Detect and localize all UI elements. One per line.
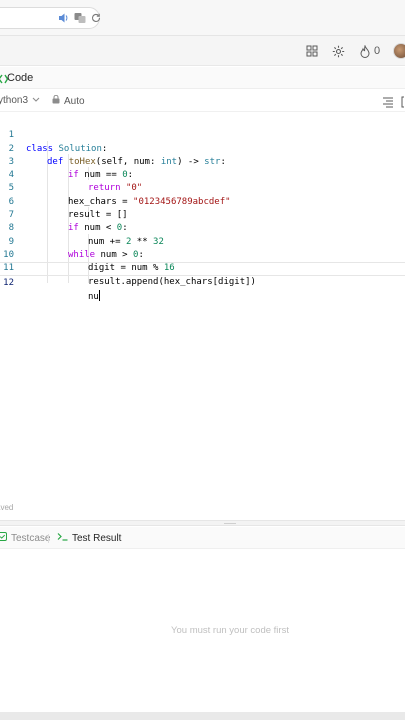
browser-toolbar [0,0,405,36]
language-label: ython3 [0,95,29,106]
format-icon[interactable] [382,95,394,108]
lock-icon [52,94,60,108]
code-line-current: 12 nu [0,262,405,302]
code-panel-tab[interactable]: Code [0,67,405,89]
language-select[interactable]: ython3 [0,95,40,107]
translate-icon[interactable] [74,12,86,24]
avatar[interactable] [393,43,405,59]
code-line: 3 if num == 0: [0,143,405,180]
streak-icon[interactable] [358,44,372,58]
tab-test-result-label: Test Result [72,532,122,544]
save-status: aved [0,503,14,512]
checkbox-icon [0,532,7,545]
chevron-down-icon [32,95,40,107]
bottom-edge [0,712,405,720]
panel-resize-handle[interactable] [0,520,405,526]
reload-icon[interactable] [90,12,102,24]
text-cursor [98,289,100,301]
tab-test-result[interactable]: Test Result [57,532,121,545]
address-bar-icons [58,10,102,26]
code-tab-label: Code [7,72,34,84]
code-line: 6 result = [] [0,183,405,220]
settings-icon[interactable] [331,44,345,58]
terminal-icon [57,532,68,545]
empty-result-message: You must run your code first [171,625,289,636]
code-line: 10 digit = num % 16 [0,236,405,273]
speaker-icon[interactable] [58,12,70,24]
code-editor[interactable]: 1 class Solution: 2 def toHex(self, num:… [0,114,405,302]
layout-icon[interactable] [305,44,319,58]
bottom-tabs: Testcase Test Result [0,527,405,549]
code-line: 1 class Solution: [0,116,405,153]
code-line: 7 if num < 0: [0,196,405,233]
tab-divider [48,534,49,543]
app-header: 0 [0,36,405,66]
streak-count: 0 [374,45,381,57]
code-line: 2 def toHex(self, num: int) -> str: [0,129,405,167]
tab-testcase[interactable]: Testcase [0,532,50,545]
code-line: 5 hex_chars = "0123456789abcdef" [0,169,405,206]
code-line: 11 result.append(hex_chars[digit]) [0,249,405,286]
mode-label: Auto [64,95,85,107]
code-line: 8 num += 2 ** 32 [0,209,405,246]
editor-toolbar: ython3 Auto [0,90,405,112]
grip-icon [224,523,236,524]
bracket-icon[interactable] [400,95,405,108]
code-line: 4 return "0" [0,156,405,193]
line-number: 12 [3,277,14,288]
code-line: 9 while num > 0: [0,222,405,260]
autocomplete-mode[interactable]: Auto [52,94,85,108]
tab-testcase-label: Testcase [11,532,51,544]
